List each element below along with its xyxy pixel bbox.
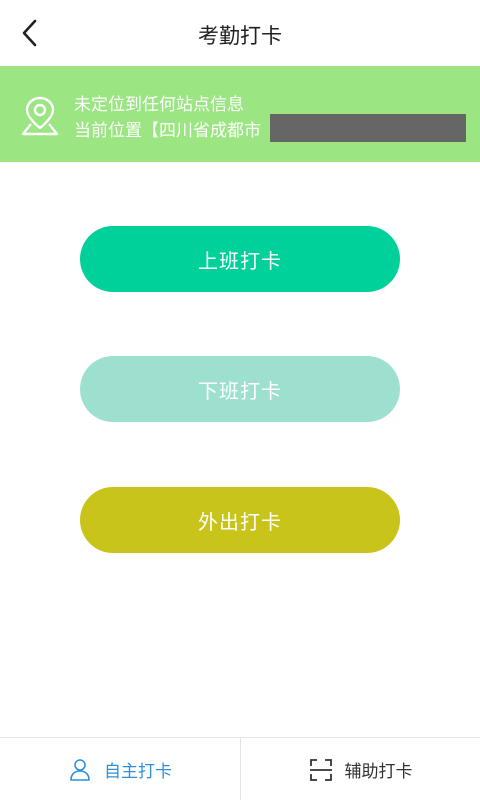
clock-in-button[interactable]: 上班打卡 [80,226,400,292]
location-pin-icon [20,94,60,136]
clock-out-button[interactable]: 下班打卡 [80,356,400,422]
user-icon [68,758,92,782]
attendance-page: 考勤打卡 未定位到任何站点信息 当前位置【四川省成都市 上班打卡 下班打卡 外出… [0,0,480,800]
location-banner: 未定位到任何站点信息 当前位置【四川省成都市 [0,66,480,162]
outing-clock-button[interactable]: 外出打卡 [80,487,400,553]
tab-assist-clock[interactable]: 辅助打卡 [240,738,480,800]
top-nav-bar: 考勤打卡 [0,0,480,66]
scan-icon [309,758,333,782]
tab-assist-clock-label: 辅助打卡 [344,762,413,782]
current-position-text: 当前位置【四川省成都市 [74,121,261,141]
bottom-tab-bar: 自主打卡 辅助打卡 [0,737,480,800]
tab-self-clock-label: 自主打卡 [104,762,172,782]
redacted-address [270,114,466,142]
page-title: 考勤打卡 [198,24,282,48]
back-button[interactable] [12,18,46,52]
tab-self-clock[interactable]: 自主打卡 [0,738,240,800]
chevron-left-icon [19,18,39,52]
location-status-text: 未定位到任何站点信息 [74,95,244,115]
